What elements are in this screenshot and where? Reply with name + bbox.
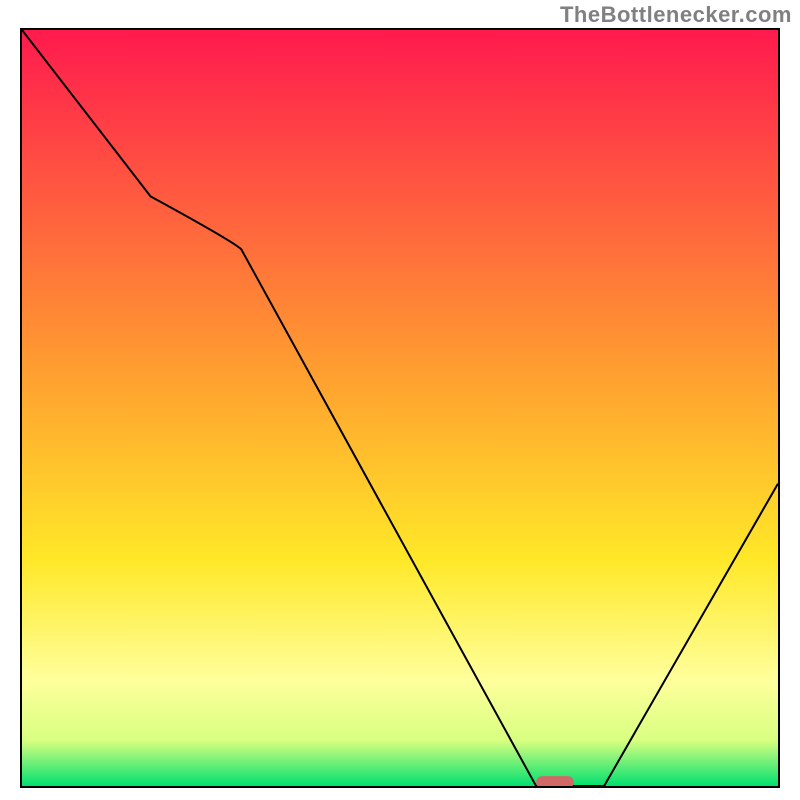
chart-svg xyxy=(22,30,778,786)
marker-rect xyxy=(536,776,574,786)
chart-container: TheBottlenecker.com xyxy=(0,0,800,800)
watermark-text: TheBottlenecker.com xyxy=(560,2,792,28)
gradient-background xyxy=(22,30,778,786)
chart-frame xyxy=(20,28,780,788)
